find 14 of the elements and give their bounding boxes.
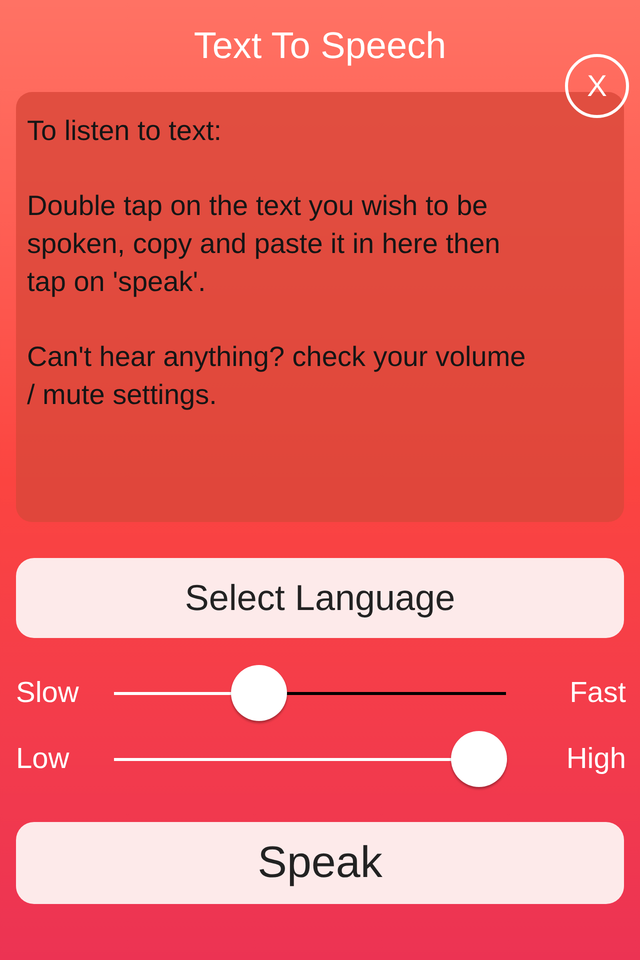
slider[interactable]	[114, 665, 506, 723]
slider-min-label: Slow	[15, 676, 80, 712]
slider-max-label: High	[565, 742, 627, 778]
select-language-button[interactable]: Select Language	[16, 558, 624, 638]
instruction-text: To listen to text:	[27, 114, 223, 148]
instruction-text: Can't hear anything? check your volume / mute settings.	[27, 340, 527, 412]
slider-max-label: Fast	[568, 676, 627, 712]
speak-button[interactable]: Speak	[16, 822, 624, 904]
slider-thumb[interactable]	[231, 665, 288, 721]
screen-title: Text To Speech	[194, 24, 446, 68]
slider-thumb[interactable]	[450, 731, 507, 787]
slider[interactable]	[114, 731, 506, 789]
slider-min-label: Low	[15, 742, 70, 778]
instruction-text: Double tap on the text you wish to be spoken, copy and paste it in here then tap on 'speak'.	[27, 189, 502, 299]
